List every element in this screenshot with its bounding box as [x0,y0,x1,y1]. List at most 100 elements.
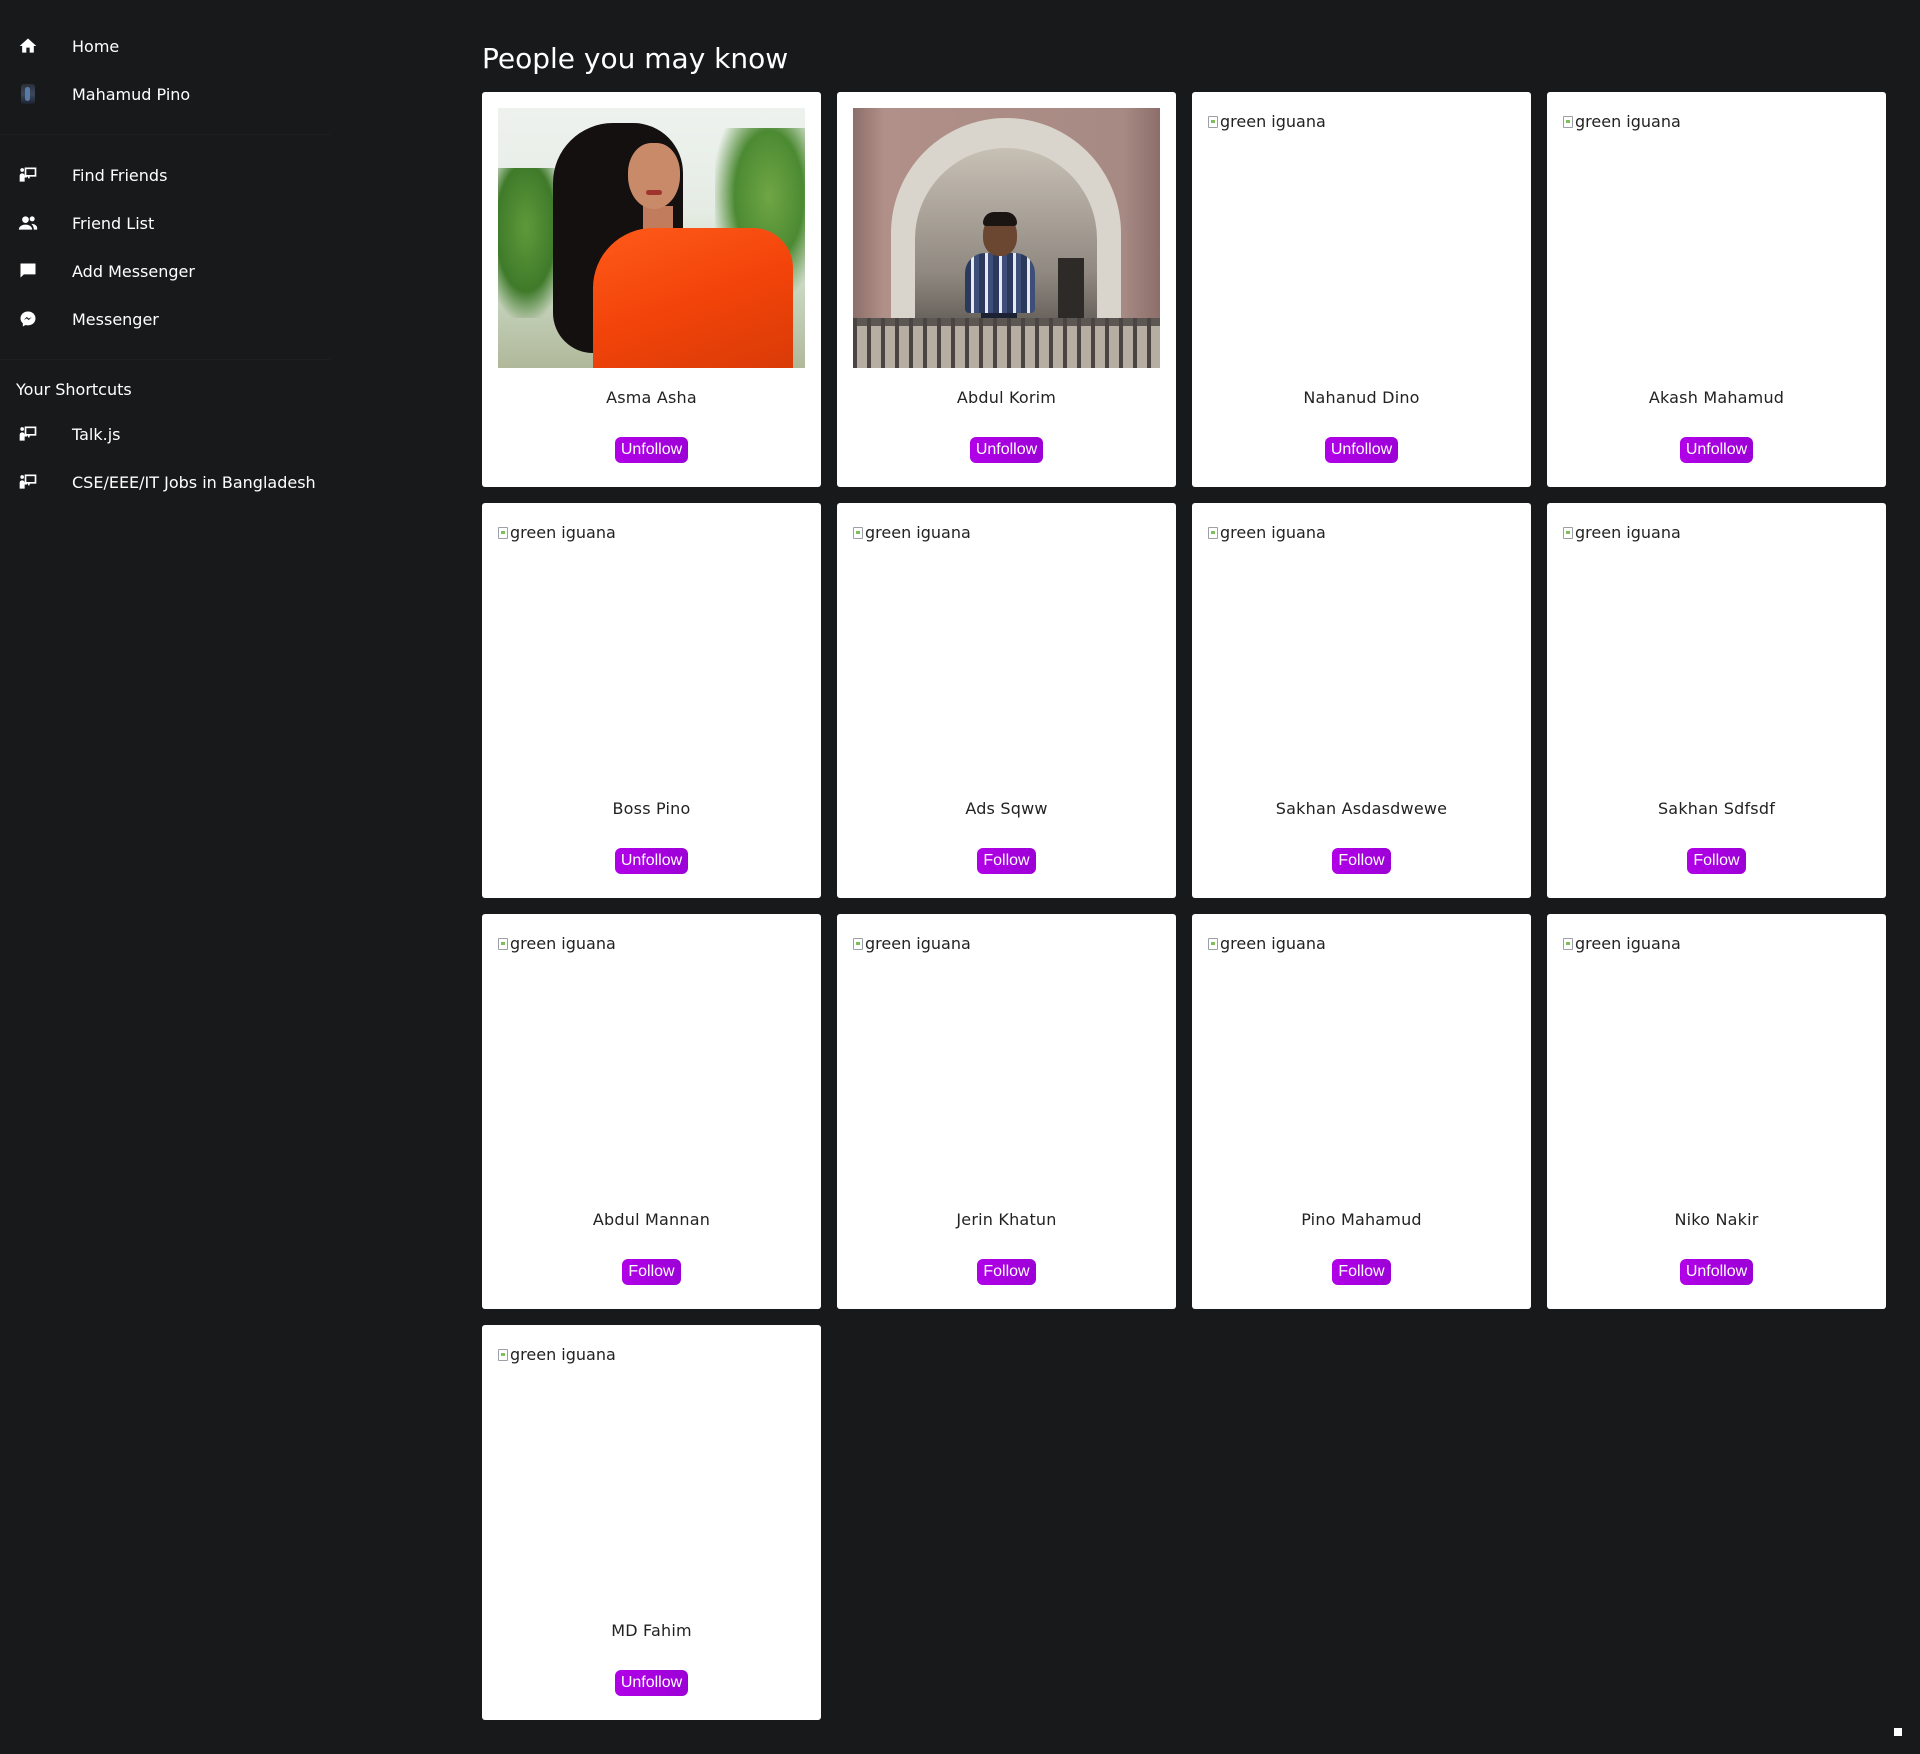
broken-image-alt: green iguana [498,934,616,953]
broken-image-icon [1208,937,1218,950]
person-card: green iguana Niko Nakir Unfollow [1547,914,1886,1309]
follow-button[interactable]: Follow [622,1259,681,1285]
broken-image-icon [498,1348,508,1361]
person-name: MD Fahim [611,1621,692,1640]
broken-image-icon [498,526,508,539]
broken-image-icon [1208,526,1218,539]
broken-image-icon [853,937,863,950]
person-name: Asma Asha [606,388,697,407]
person-name: Abdul Korim [956,388,1057,407]
profile-photo: green iguana [498,930,805,1190]
person-card: green iguana Boss Pino Unfollow [482,503,821,898]
profile-photo: green iguana [1563,108,1870,368]
sidebar-item-label: Home [72,36,120,56]
sidebar-item-label: Find Friends [72,165,168,185]
profile-photo: green iguana [1208,930,1515,1190]
broken-image-icon [1563,937,1573,950]
sidebar-item-shortcut-jobs[interactable]: CSE/EEE/IT Jobs in Bangladesh [0,458,330,506]
person-card: Abdul Korim Unfollow [837,92,1176,487]
person-card: green iguana Jerin Khatun Follow [837,914,1176,1309]
unfollow-button[interactable]: Unfollow [969,437,1044,463]
unfollow-button[interactable]: Unfollow [1679,1259,1754,1285]
sidebar-item-friend-list[interactable]: Friend List [0,199,330,247]
sidebar-item-home[interactable]: Home [0,22,330,70]
find-friends-icon [16,422,40,446]
profile-photo: green iguana [853,519,1160,779]
find-friends-icon [16,163,40,187]
sidebar-item-find-friends[interactable]: Find Friends [0,151,330,199]
follow-button[interactable]: Follow [1332,848,1391,874]
person-name: Sakhan Asdasdwewe [1275,799,1448,818]
profile-photo: green iguana [498,519,805,779]
profile-photo [853,108,1160,368]
person-card: green iguana Akash Mahamud Unfollow [1547,92,1886,487]
sidebar-item-add-messenger[interactable]: Add Messenger [0,247,330,295]
profile-photo: green iguana [1563,519,1870,779]
follow-button[interactable]: Follow [977,1259,1036,1285]
app-root: Home Mahamud Pino Find Friends Friend Li… [0,0,1920,1754]
profile-photo: green iguana [1563,930,1870,1190]
sidebar: Home Mahamud Pino Find Friends Friend Li… [0,22,330,506]
broken-image-alt: green iguana [853,523,971,542]
unfollow-button[interactable]: Unfollow [614,437,689,463]
broken-image-alt: green iguana [1563,934,1681,953]
person-card: green iguana Ads Sqww Follow [837,503,1176,898]
messenger-icon [16,307,40,331]
profile-photo: green iguana [1208,519,1515,779]
unfollow-button[interactable]: Unfollow [1679,437,1754,463]
sidebar-item-label: Friend List [72,213,155,233]
person-name: Niko Nakir [1674,1210,1759,1229]
follow-button[interactable]: Follow [1687,848,1746,874]
sidebar-item-messenger[interactable]: Messenger [0,295,330,343]
corner-marker [1894,1728,1902,1736]
broken-image-icon [1563,526,1573,539]
person-name: Boss Pino [612,799,691,818]
avatar [16,82,40,106]
broken-image-icon [1208,115,1218,128]
sidebar-divider [0,359,330,360]
sidebar-item-label: Talk.js [72,424,121,444]
sidebar-item-label: CSE/EEE/IT Jobs in Bangladesh [72,472,316,492]
unfollow-button[interactable]: Unfollow [614,848,689,874]
broken-image-icon [853,526,863,539]
person-card: green iguana Sakhan Sdfsdf Follow [1547,503,1886,898]
broken-image-alt: green iguana [1208,934,1326,953]
sidebar-item-label: Add Messenger [72,261,195,281]
broken-image-alt: green iguana [1208,112,1326,131]
people-icon [16,211,40,235]
profile-photo: green iguana [1208,108,1515,368]
broken-image-alt: green iguana [853,934,971,953]
follow-button[interactable]: Follow [1332,1259,1391,1285]
unfollow-button[interactable]: Unfollow [614,1670,689,1696]
person-card: green iguana Nahanud Dino Unfollow [1192,92,1531,487]
broken-image-alt: green iguana [1563,112,1681,131]
broken-image-icon [1563,115,1573,128]
person-name: Abdul Mannan [592,1210,711,1229]
broken-image-alt: green iguana [1208,523,1326,542]
profile-photo [498,108,805,368]
follow-button[interactable]: Follow [977,848,1036,874]
profile-photo: green iguana [498,1341,805,1601]
profile-photo: green iguana [853,930,1160,1190]
person-card: green iguana Sakhan Asdasdwewe Follow [1192,503,1531,898]
person-name: Ads Sqww [965,799,1048,818]
broken-image-alt: green iguana [498,1345,616,1364]
sidebar-item-profile[interactable]: Mahamud Pino [0,70,330,118]
person-card: green iguana Abdul Mannan Follow [482,914,821,1309]
person-card: Asma Asha Unfollow [482,92,821,487]
person-card: green iguana Pino Mahamud Follow [1192,914,1531,1309]
person-name: Pino Mahamud [1301,1210,1422,1229]
find-friends-icon [16,470,40,494]
sidebar-item-label: Messenger [72,309,159,329]
unfollow-button[interactable]: Unfollow [1324,437,1399,463]
people-grid: Asma Asha Unfollow Abdul Korim Unfollow [482,92,1886,1720]
person-name: Nahanud Dino [1303,388,1420,407]
sidebar-divider [0,134,330,135]
sidebar-item-shortcut-talkjs[interactable]: Talk.js [0,410,330,458]
shortcuts-heading: Your Shortcuts [16,380,132,399]
person-name: Jerin Khatun [956,1210,1057,1229]
person-name: Akash Mahamud [1648,388,1785,407]
broken-image-alt: green iguana [1563,523,1681,542]
main-content: People you may know Asma Asha Unfollow A… [482,40,1886,1720]
broken-image-icon [498,937,508,950]
